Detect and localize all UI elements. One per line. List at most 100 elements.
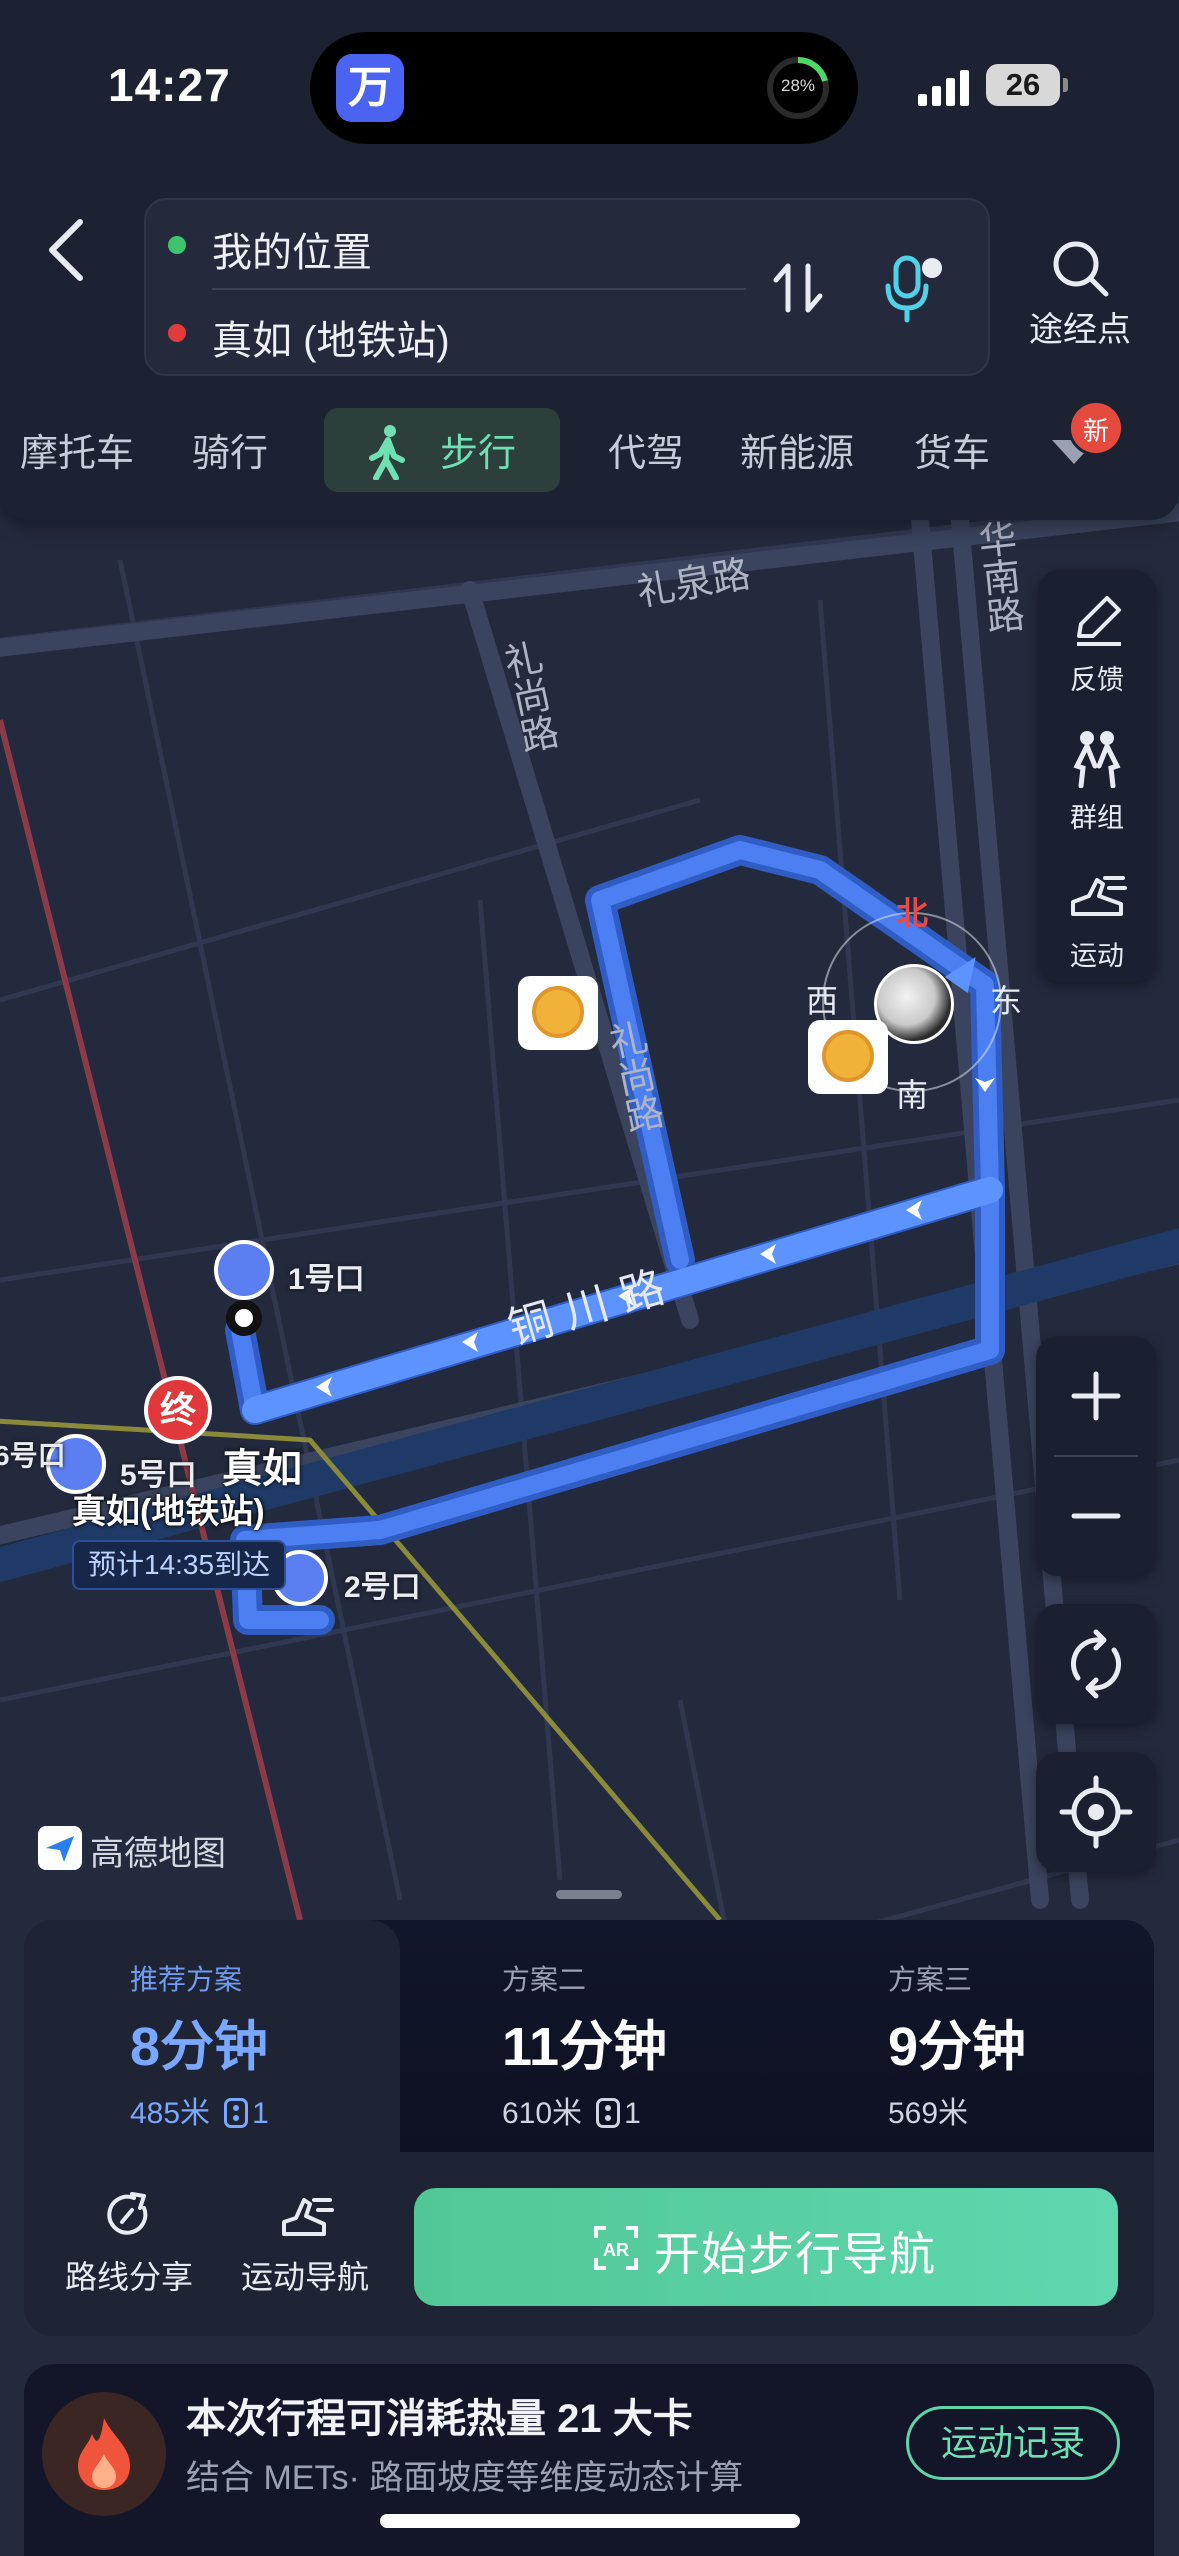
share-icon: [107, 2192, 148, 2235]
cellular-signal-icon: [918, 70, 972, 106]
tab-motorcycle[interactable]: 摩托车: [20, 422, 134, 477]
feedback-button[interactable]: 反馈: [1038, 570, 1156, 706]
sport-nav-button[interactable]: 运动导航: [230, 2190, 380, 2300]
plan-card-3[interactable]: 方案三 9分钟 569米: [776, 1920, 1152, 2152]
tab-cycling[interactable]: 骑行: [192, 422, 268, 477]
flame-badge: [42, 2392, 166, 2516]
status-time: 14:27: [108, 59, 231, 111]
plan-lights-count: 1: [624, 2097, 641, 2130]
tab-chauffeur[interactable]: 代驾: [608, 422, 684, 477]
status-bar: 14:27 万 28% 26: [0, 0, 1179, 170]
group-label: 群组: [1070, 803, 1124, 833]
compass-east: 东: [990, 983, 1023, 1019]
route-divider: [212, 288, 746, 290]
plan-distance: 485米 1: [130, 2088, 269, 2132]
tab-truck[interactable]: 货车: [914, 422, 990, 477]
zoom-in-button[interactable]: [1036, 1336, 1156, 1456]
minus-icon: [1071, 1513, 1121, 1519]
compass-south: 南: [896, 1077, 929, 1113]
plan-distance-value: 485米: [130, 2097, 211, 2130]
voice-button[interactable]: [874, 250, 950, 326]
plan-duration: 11分钟: [502, 2017, 668, 2077]
pencil-icon: [1077, 596, 1121, 646]
exit-pin-1[interactable]: [214, 1240, 274, 1300]
share-route-button[interactable]: 路线分享: [54, 2190, 204, 2300]
plan-tag: 推荐方案: [130, 1964, 243, 1995]
destination-dot: [168, 324, 186, 342]
tab-walk[interactable]: 步行: [324, 408, 560, 492]
svg-text:AR: AR: [603, 2240, 629, 2260]
group-button[interactable]: 群组: [1038, 708, 1156, 844]
feedback-label: 反馈: [1070, 665, 1124, 695]
coin-icon: [532, 986, 584, 1038]
destination-field[interactable]: 真如 (地铁站): [212, 308, 450, 366]
heading-arrow-icon: [944, 949, 988, 993]
dynamic-island[interactable]: 万 28%: [310, 32, 858, 144]
back-button[interactable]: [40, 212, 96, 288]
coin-marker[interactable]: [808, 1020, 888, 1094]
plan-distance-value: 569米: [888, 2097, 969, 2130]
coin-marker[interactable]: [518, 976, 598, 1050]
plan-tag: 方案三: [888, 1964, 973, 1995]
sport-record-button[interactable]: 运动记录: [906, 2406, 1120, 2480]
app-icon: 万: [336, 54, 404, 122]
compass-north: 北: [896, 895, 929, 931]
sport-label: 运动: [1070, 941, 1124, 971]
zoom-out-button[interactable]: [1036, 1456, 1156, 1576]
group-icon: [1073, 731, 1121, 788]
running-shoe-icon: [282, 2198, 334, 2236]
origin-field[interactable]: 我的位置: [212, 220, 372, 278]
home-indicator[interactable]: [380, 2514, 800, 2528]
chevron-left-icon: [49, 219, 83, 281]
plan-duration: 9分钟: [888, 2017, 1027, 2077]
start-dot: [226, 1300, 262, 1336]
refresh-route-button[interactable]: [1036, 1604, 1156, 1724]
share-route-label: 路线分享: [64, 2259, 193, 2295]
plan-selector: 推荐方案 8分钟 485米 1 方案二 11分钟 610米 1 方案三 9分钟 56…: [24, 1920, 1154, 2152]
start-walk-nav-label: 开始步行导航: [654, 2228, 936, 2280]
start-walk-nav-button[interactable]: AR 开始步行导航: [414, 2188, 1118, 2306]
new-badge: 新: [1068, 400, 1124, 456]
plan-card-recommended[interactable]: 推荐方案 8分钟 485米 1: [24, 1920, 400, 2152]
refresh-icon: [1070, 1629, 1122, 1699]
station-name-label: 真如(地铁站): [72, 1493, 265, 1531]
plan-duration: 8分钟: [130, 2017, 269, 2077]
waypoint-button[interactable]: 途经点: [1010, 230, 1150, 350]
running-shoe-icon: [1071, 876, 1127, 916]
origin-dot: [168, 236, 186, 254]
calorie-subtitle: 结合 METs· 路面坡度等维度动态计算: [186, 2459, 744, 2497]
plan-distance: 569米: [888, 2088, 968, 2132]
swap-button[interactable]: [766, 256, 830, 320]
travel-mode-tabs: 摩托车 骑行 步行 代驾 新能源 货车 新: [0, 400, 1179, 500]
amap-logo-icon: [38, 1826, 82, 1870]
exit-label-2: 2号口: [344, 1571, 421, 1604]
waypoint-label: 途经点: [1029, 311, 1131, 349]
progress-ring: 28%: [764, 54, 832, 122]
progress-ring-text: 28%: [780, 76, 816, 95]
exit-label-6: 6号口: [0, 1440, 66, 1471]
plus-icon: [1071, 1371, 1121, 1421]
sport-button[interactable]: 运动: [1038, 846, 1156, 982]
plan-tag: 方案二: [502, 1964, 587, 1995]
locate-button[interactable]: [1036, 1752, 1156, 1872]
ar-icon: AR: [594, 2226, 638, 2270]
map-tool-panel: 反馈 群组 运动: [1038, 570, 1156, 982]
exit-label-1: 1号口: [288, 1263, 365, 1296]
calorie-title: 本次行程可消耗热量 21 大卡: [186, 2397, 693, 2441]
tab-walk-label: 步行: [440, 433, 517, 475]
traffic-light-icon: [596, 2098, 621, 2128]
swap-icon: [773, 263, 823, 313]
plan-card-2[interactable]: 方案二 11分钟 610米 1: [400, 1920, 776, 2152]
battery-indicator: 26: [986, 64, 1068, 106]
route-input-box: 我的位置 真如 (地铁站): [144, 198, 990, 376]
tab-new-energy[interactable]: 新能源: [740, 422, 854, 477]
sport-nav-label: 运动导航: [240, 2259, 369, 2295]
end-pin[interactable]: 终: [144, 1376, 212, 1444]
plan-lights-count: 1: [252, 2097, 269, 2130]
traffic-light-icon: [224, 2098, 249, 2128]
coin-icon: [822, 1030, 874, 1082]
eta-label: 预计14:35到达: [72, 1540, 287, 1590]
plan-distance-value: 610米: [502, 2097, 583, 2130]
search-icon: [1053, 241, 1109, 297]
sheet-grabber[interactable]: [556, 1890, 622, 1899]
